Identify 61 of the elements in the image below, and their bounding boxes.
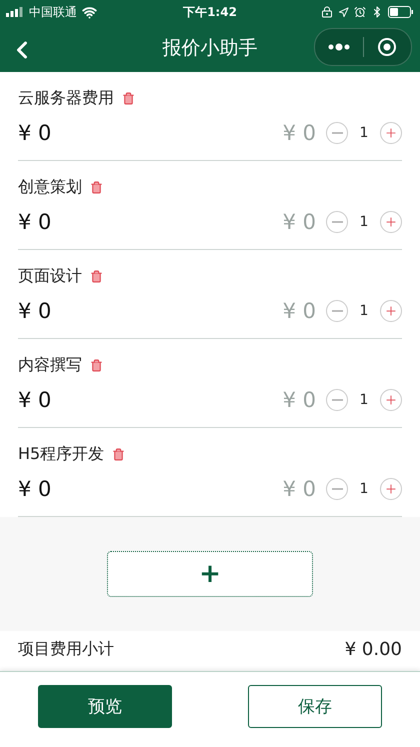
status-time: 下午1:42	[183, 4, 237, 20]
location-icon	[338, 6, 350, 18]
increase-button[interactable]	[380, 210, 402, 232]
item-name: 页面设计	[18, 266, 82, 286]
increase-button[interactable]	[380, 478, 402, 500]
decrease-button[interactable]	[326, 300, 348, 322]
increase-button[interactable]	[380, 300, 402, 322]
alarm-icon	[354, 6, 366, 18]
more-icon	[328, 43, 350, 51]
minus-icon	[332, 398, 342, 400]
item-price: ¥ 0	[18, 120, 52, 144]
minus-icon	[332, 488, 342, 490]
item-price: ¥ 0	[18, 210, 52, 234]
item-name: H5程序开发	[18, 444, 104, 464]
quantity: 1	[358, 392, 370, 408]
quantity: 1	[358, 480, 370, 496]
unit-price: ¥ 0	[282, 210, 316, 234]
delete-icon[interactable]	[112, 448, 126, 460]
delete-icon[interactable]	[90, 180, 103, 194]
page-title: 报价小助手	[162, 36, 258, 61]
item-price: ¥ 0	[18, 388, 52, 412]
plus-icon	[384, 126, 398, 140]
plus-icon	[384, 304, 398, 318]
battery-icon	[388, 6, 414, 18]
quantity: 1	[358, 214, 370, 230]
minus-icon	[332, 132, 342, 134]
unit-price: ¥ 0	[282, 120, 316, 144]
decrease-button[interactable]	[326, 210, 348, 232]
item-name: 内容撰写	[18, 354, 82, 376]
minus-icon	[332, 310, 342, 312]
quantity: 1	[358, 124, 370, 140]
item-name: 云服务器费用	[18, 88, 114, 108]
plus-icon	[384, 392, 398, 406]
unit-price: ¥ 0	[282, 388, 316, 412]
increase-button[interactable]	[380, 122, 402, 144]
delete-icon[interactable]	[90, 270, 103, 282]
item-name: 创意策划	[18, 176, 82, 198]
delete-icon[interactable]	[90, 358, 103, 372]
decrease-button[interactable]	[326, 388, 348, 410]
unit-price: ¥ 0	[282, 298, 316, 322]
plus-icon	[384, 482, 398, 496]
item-price: ¥ 0	[18, 476, 52, 500]
quantity: 1	[358, 302, 370, 318]
increase-button[interactable]	[380, 388, 402, 410]
rotation-lock-icon	[321, 6, 334, 18]
signal-icon	[6, 7, 24, 17]
plus-icon	[384, 214, 398, 228]
carrier-name: 中国联通	[29, 4, 77, 20]
wifi-icon	[82, 4, 97, 20]
target-icon	[377, 37, 398, 57]
unit-price: ¥ 0	[282, 476, 316, 500]
delete-icon[interactable]	[122, 92, 135, 104]
add-item-button[interactable]: +	[107, 551, 313, 597]
minus-icon	[332, 220, 342, 222]
decrease-button[interactable]	[326, 122, 348, 144]
subtotal-label: 项目费用小计	[18, 639, 114, 660]
subtotal-value: ¥ 0.00	[344, 639, 402, 660]
decrease-button[interactable]	[326, 478, 348, 500]
item-price: ¥ 0	[18, 298, 52, 322]
preview-button[interactable]: 预览	[38, 685, 172, 728]
save-button[interactable]: 保存	[248, 685, 382, 728]
